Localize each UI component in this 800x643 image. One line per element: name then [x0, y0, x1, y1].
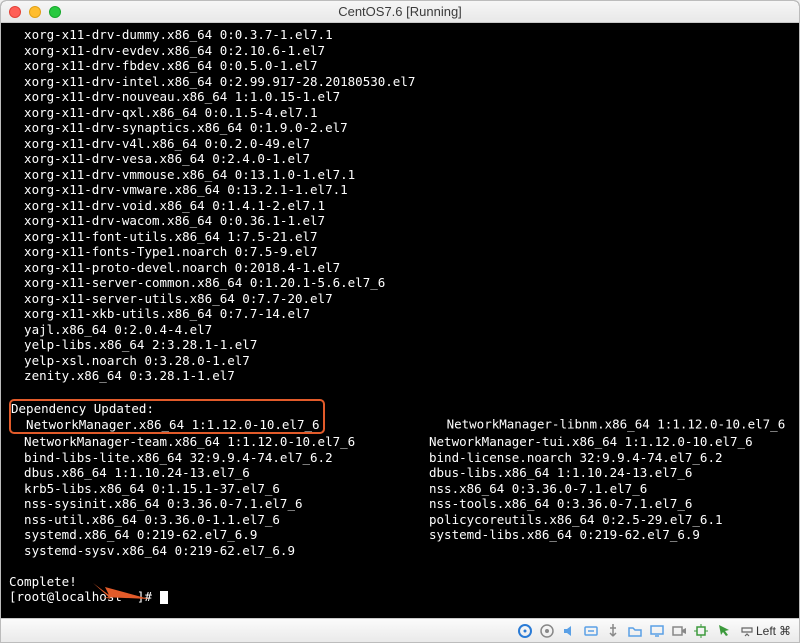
optical-drive-icon[interactable] — [539, 623, 555, 639]
keyboard-down-icon — [741, 625, 753, 637]
recording-icon[interactable] — [671, 623, 687, 639]
complete-text: Complete! — [9, 574, 77, 589]
dep-first-right: NetworkManager-libnm.x86_64 1:1.12.0-10.… — [447, 417, 786, 432]
terminal[interactable]: xorg-x11-drv-dummy.x86_64 0:0.3.7-1.el7.… — [1, 23, 799, 618]
dep-row: nss-util.x86_64 0:3.36.0-1.1.el7_6policy… — [9, 512, 791, 528]
minimize-icon[interactable] — [29, 6, 41, 18]
hard-disk-icon[interactable] — [517, 623, 533, 639]
vm-statusbar: Left ⌘ — [1, 618, 799, 642]
audio-icon[interactable] — [561, 623, 577, 639]
window-controls — [9, 6, 61, 18]
dependency-updated-highlight: Dependency Updated: NetworkManager.x86_6… — [9, 399, 325, 434]
titlebar: CentOS7.6 [Running] — [1, 1, 799, 23]
zoom-icon[interactable] — [49, 6, 61, 18]
cpu-icon[interactable] — [693, 623, 709, 639]
mouse-integration-icon[interactable] — [715, 623, 731, 639]
dep-row: nss-sysinit.x86_64 0:3.36.0-7.1.el7_6nss… — [9, 496, 791, 512]
vm-window: CentOS7.6 [Running] xorg-x11-drv-dummy.x… — [0, 0, 800, 643]
host-key-label: Left — [756, 624, 776, 638]
dep-row: NetworkManager-team.x86_64 1:1.12.0-10.e… — [9, 434, 791, 450]
host-key-indicator[interactable]: Left ⌘ — [741, 624, 791, 638]
dep-row: systemd-sysv.x86_64 0:219-62.el7_6.9 — [9, 543, 791, 559]
window-title: CentOS7.6 [Running] — [1, 4, 799, 19]
close-icon[interactable] — [9, 6, 21, 18]
shell-prompt: [root@localhost ~]# — [9, 589, 160, 604]
dep-first-left: NetworkManager.x86_64 1:1.12.0-10.el7_6 — [11, 417, 320, 432]
usb-icon[interactable] — [605, 623, 621, 639]
dependency-updated-header: Dependency Updated: — [11, 401, 154, 416]
display-icon[interactable] — [649, 623, 665, 639]
dep-row: bind-libs-lite.x86_64 32:9.9.4-74.el7_6.… — [9, 450, 791, 466]
dep-row: krb5-libs.x86_64 0:1.15.1-37.el7_6nss.x8… — [9, 481, 791, 497]
host-key-symbol: ⌘ — [779, 624, 791, 638]
dep-row: systemd.x86_64 0:219-62.el7_6.9systemd-l… — [9, 527, 791, 543]
shared-folders-icon[interactable] — [627, 623, 643, 639]
network-icon[interactable] — [583, 623, 599, 639]
dep-row: dbus.x86_64 1:1.10.24-13.el7_6dbus-libs.… — [9, 465, 791, 481]
cursor-icon — [160, 591, 168, 604]
